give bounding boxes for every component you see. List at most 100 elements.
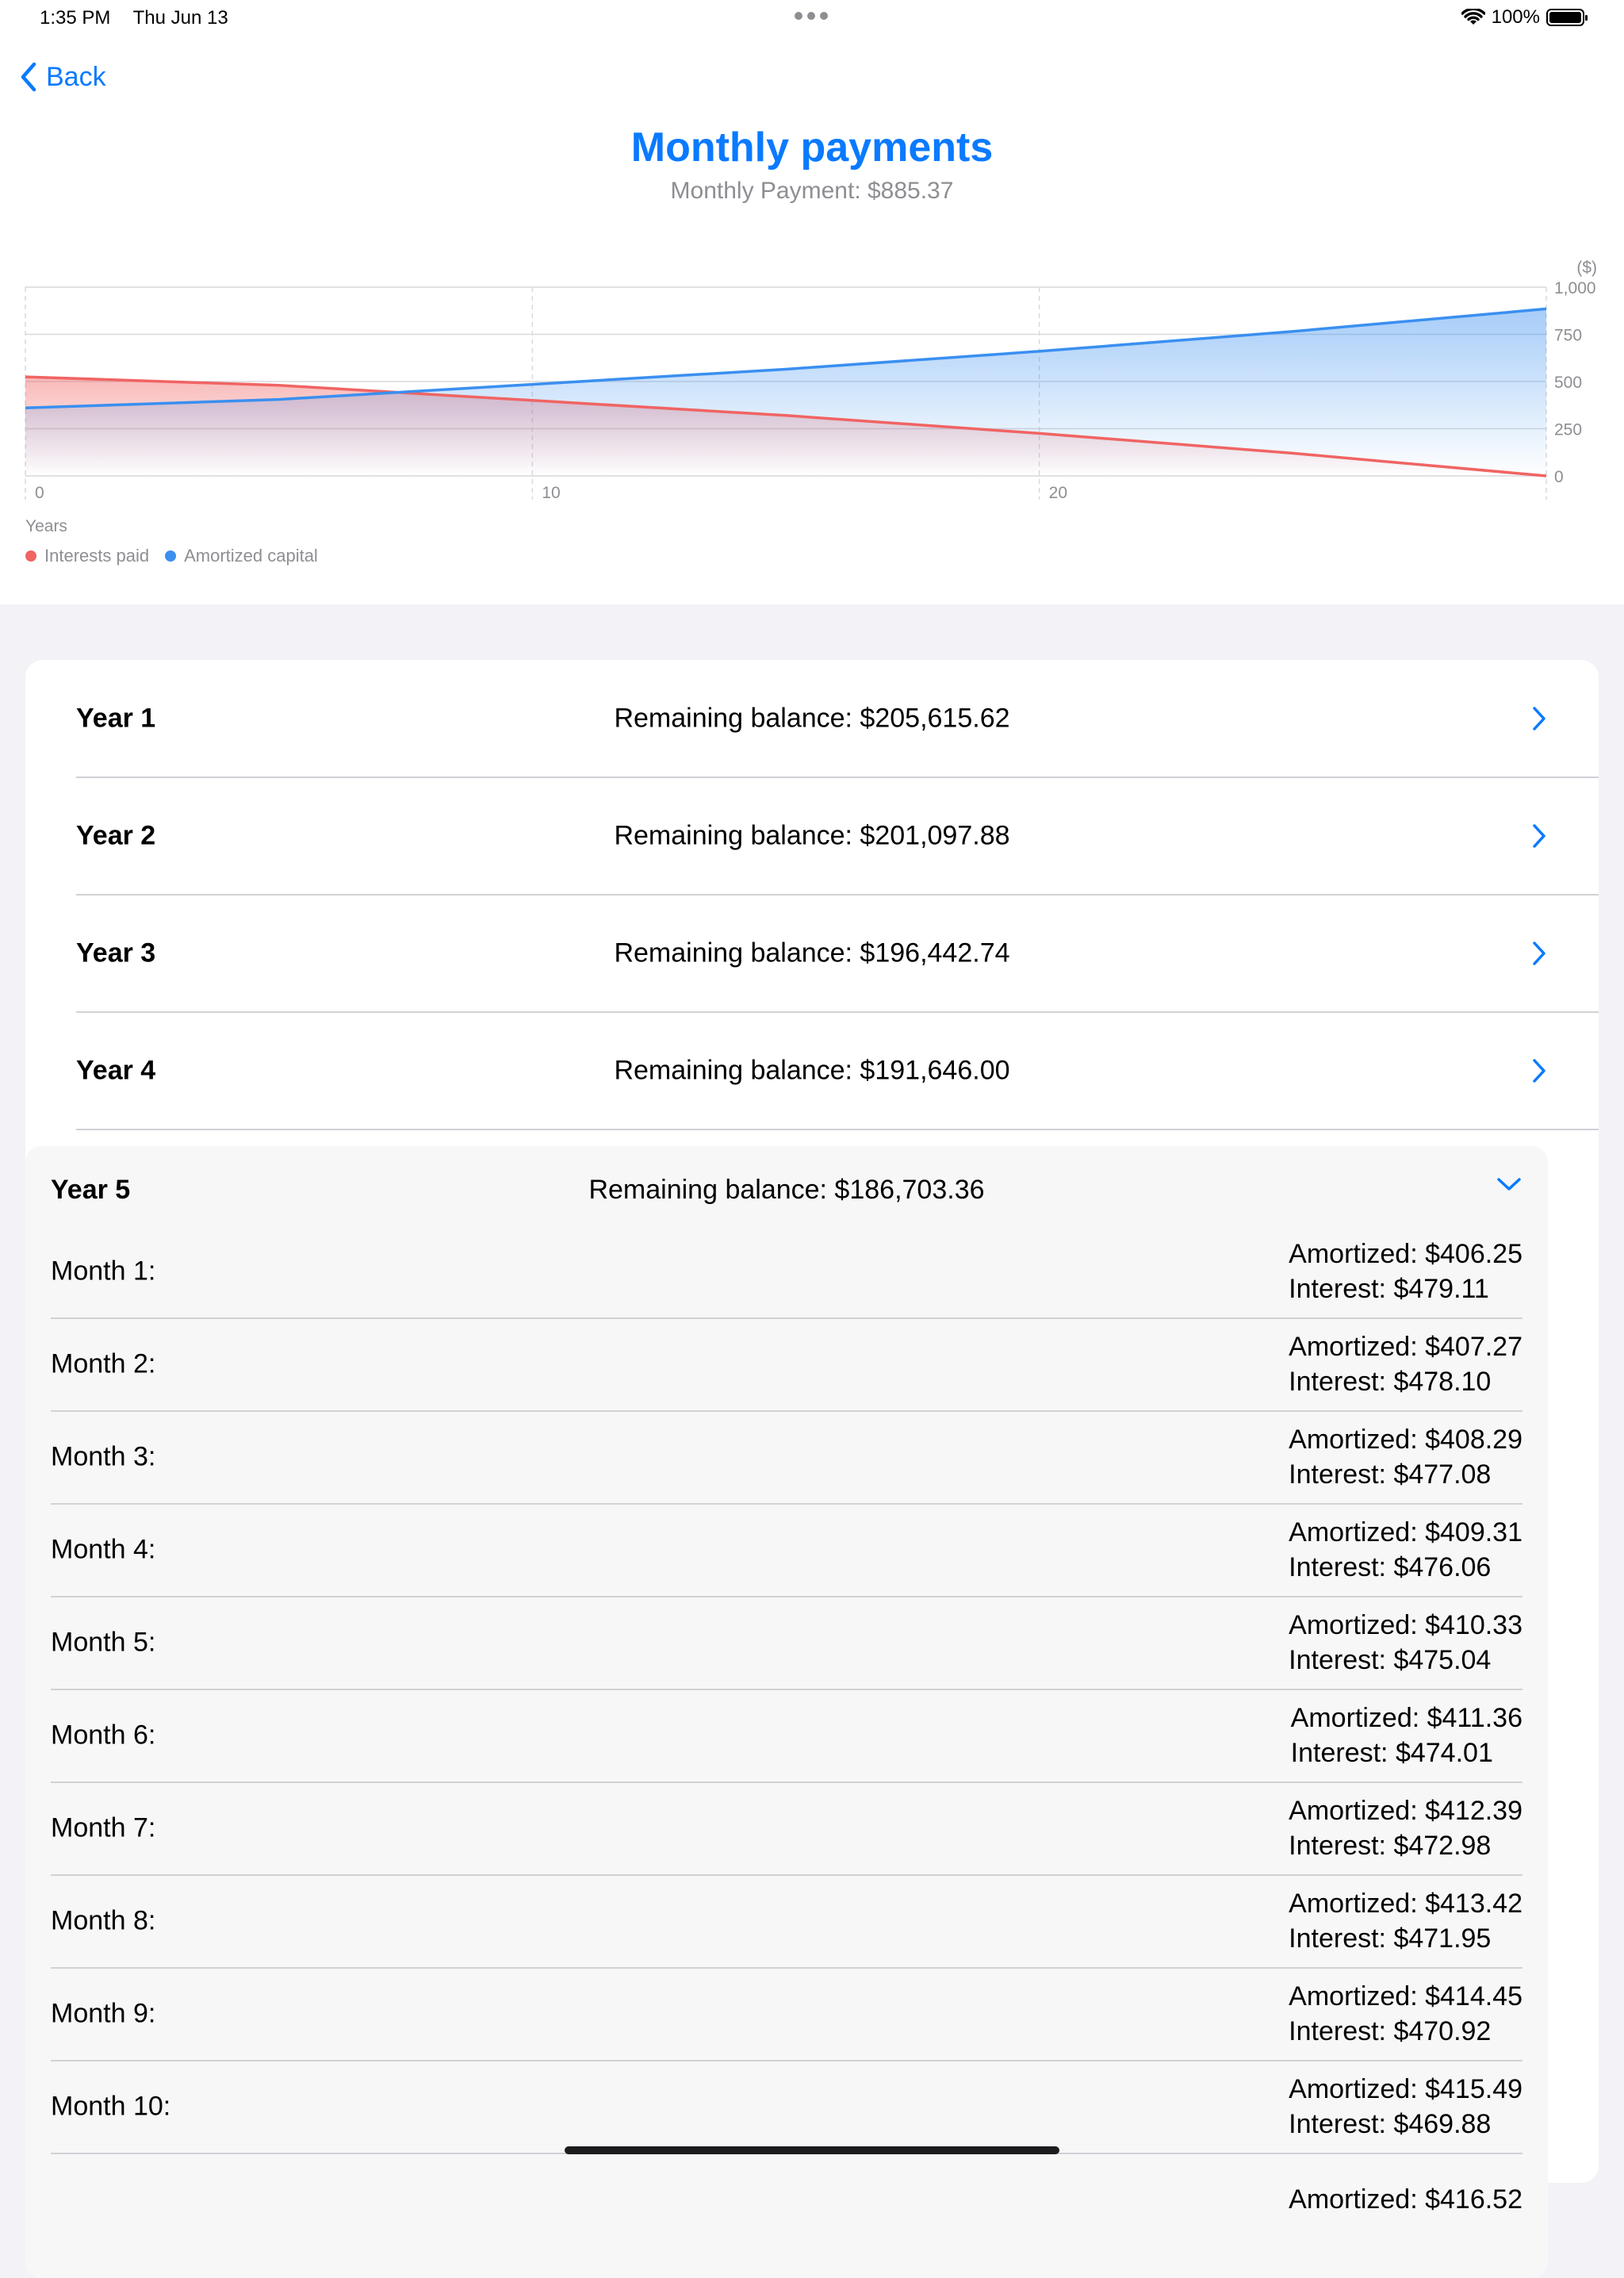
- legend-label: Interests paid: [44, 546, 150, 566]
- month-values: Amortized: $413.42 Interest: $471.95: [1289, 1886, 1522, 1956]
- y-tick-label: 250: [1554, 421, 1582, 439]
- multitasking-dots-icon[interactable]: [795, 8, 829, 24]
- interest-value: Interest: $471.95: [1289, 1923, 1492, 1954]
- y-axis-unit: ($): [1576, 259, 1597, 277]
- expanded-year-section: Year 5 Remaining balance: $186,703.36 Mo…: [25, 1146, 1548, 2278]
- payments-chart: 1,000 750 500 250 0 0 10 20 ($) Years: [25, 259, 1597, 535]
- expanded-year-header[interactable]: Year 5 Remaining balance: $186,703.36: [25, 1146, 1548, 1233]
- month-label: Month 3:: [51, 1441, 156, 1472]
- status-time: 1:35 PM: [40, 7, 111, 29]
- month-label: Month 5:: [51, 1627, 156, 1658]
- battery-percent: 100%: [1491, 6, 1540, 28]
- amortized-value: Amortized: $407.27: [1289, 1332, 1522, 1362]
- month-row: Month 5: Amortized: $410.33 Interest: $475…: [51, 1597, 1522, 1689]
- interest-value: Interest: $474.01: [1290, 1738, 1493, 1768]
- month-row: Month 1: Amortized: $406.25 Interest: $479…: [51, 1225, 1522, 1317]
- legend-label: Amortized capital: [184, 546, 318, 566]
- month-row: Month 8: Amortized: $413.42 Interest: $471…: [51, 1875, 1522, 1967]
- month-row: Month 3: Amortized: $408.29 Interest: $477…: [51, 1411, 1522, 1503]
- status-bar-right: 100%: [1461, 6, 1588, 29]
- legend-dot-icon: [165, 550, 177, 562]
- remaining-balance: Remaining balance: $191,646.00: [614, 1055, 1010, 1086]
- remaining-balance: Remaining balance: $186,703.36: [588, 1175, 985, 1205]
- y-tick-label: 750: [1554, 327, 1582, 345]
- month-values: Amortized: $410.33 Interest: $475.04: [1289, 1608, 1522, 1678]
- month-row: Month 9: Amortized: $414.45 Interest: $470…: [51, 1968, 1522, 2060]
- amortized-value: Amortized: $416.52: [1289, 2184, 1522, 2215]
- chevron-right-icon[interactable]: [1530, 823, 1548, 849]
- chevron-left-icon: [21, 62, 36, 92]
- home-indicator[interactable]: [565, 2146, 1059, 2154]
- page-title: Monthly payments: [630, 125, 994, 171]
- month-values: Amortized: $412.39 Interest: $472.98: [1289, 1793, 1522, 1863]
- month-label: Month 6:: [51, 1720, 156, 1751]
- month-row: Month 2: Amortized: $407.27 Interest: $478…: [51, 1318, 1522, 1410]
- month-row: Month 7: Amortized: $412.39 Interest: $472…: [51, 1782, 1522, 1874]
- year-row[interactable]: Year 4 Remaining balance: $191,646.00: [25, 1012, 1599, 1129]
- month-row: Month 6: Amortized: $411.36 Interest: $474…: [51, 1689, 1522, 1781]
- x-tick-label: 10: [542, 484, 560, 502]
- interest-value: Interest: $469.88: [1289, 2109, 1492, 2139]
- x-tick-label: 20: [1049, 484, 1067, 502]
- chevron-right-icon[interactable]: [1530, 705, 1548, 732]
- y-tick-label: 500: [1554, 374, 1582, 392]
- status-date: Thu Jun 13: [132, 7, 228, 29]
- month-row: Amortized: $416.52: [51, 2153, 1522, 2245]
- month-values: Amortized: $409.31 Interest: $476.06: [1289, 1515, 1522, 1585]
- interest-value: Interest: $478.10: [1289, 1367, 1492, 1397]
- amortized-value: Amortized: $415.49: [1289, 2074, 1522, 2104]
- legend-item: Interests paid: [25, 546, 149, 566]
- amortized-value: Amortized: $409.31: [1289, 1517, 1522, 1547]
- month-values: Amortized: $411.36 Interest: $474.01: [1291, 1701, 1522, 1770]
- year-row[interactable]: Year 1 Remaining balance: $205,615.62: [25, 660, 1599, 777]
- year-row[interactable]: Year 2 Remaining balance: $201,097.88: [25, 777, 1599, 895]
- month-label: Month 4:: [51, 1534, 156, 1565]
- month-values: Amortized: $408.29 Interest: $477.08: [1289, 1422, 1522, 1492]
- amortized-value: Amortized: $406.25: [1289, 1239, 1522, 1269]
- interest-value: Interest: $476.06: [1289, 1552, 1492, 1582]
- remaining-balance: Remaining balance: $201,097.88: [614, 820, 1010, 851]
- remaining-balance: Remaining balance: $196,442.74: [614, 938, 1010, 968]
- amortized-value: Amortized: $411.36: [1290, 1703, 1522, 1733]
- month-row: Month 10: Amortized: $415.49 Interest: $46…: [51, 2061, 1522, 2153]
- month-row: Month 4: Amortized: $409.31 Interest: $476…: [51, 1504, 1522, 1596]
- back-label: Back: [46, 61, 106, 92]
- amortized-value: Amortized: $414.45: [1289, 1981, 1522, 2011]
- chart-legend: Interests paid Amortized capital: [25, 546, 318, 566]
- month-label: Month 1:: [51, 1256, 156, 1287]
- month-label: Month 9:: [51, 1998, 156, 2029]
- y-tick-label: 1,000: [1554, 279, 1596, 297]
- interest-value: Interest: $472.98: [1289, 1831, 1492, 1861]
- amortized-value: Amortized: $410.33: [1289, 1610, 1522, 1640]
- battery-icon: [1546, 9, 1588, 26]
- row-separator: [76, 1129, 1599, 1130]
- interest-value: Interest: $475.04: [1289, 1645, 1492, 1675]
- interest-value: Interest: $479.11: [1289, 1274, 1489, 1304]
- monthly-payment-subtitle: Monthly Payment: $885.37: [670, 178, 954, 204]
- month-label: Month 10:: [51, 2091, 171, 2122]
- amortized-value: Amortized: $412.39: [1289, 1796, 1522, 1826]
- legend-dot-icon: [25, 550, 36, 562]
- month-values: Amortized: $406.25 Interest: $479.11: [1289, 1237, 1522, 1306]
- x-tick-label: 0: [35, 484, 44, 502]
- month-values: Amortized: $414.45 Interest: $470.92: [1289, 1979, 1522, 2049]
- back-button[interactable]: Back: [19, 57, 106, 97]
- month-values: Amortized: $407.27 Interest: $478.10: [1289, 1329, 1522, 1399]
- y-tick-label: 0: [1554, 468, 1564, 486]
- month-label: Month 2:: [51, 1348, 156, 1379]
- amortized-value: Amortized: $408.29: [1289, 1425, 1522, 1455]
- month-values: Amortized: $416.52: [1289, 2182, 1522, 2217]
- month-label: Month 7:: [51, 1812, 156, 1843]
- legend-item: Amortized capital: [165, 546, 318, 566]
- chevron-right-icon[interactable]: [1530, 940, 1548, 967]
- chevron-right-icon[interactable]: [1530, 1057, 1548, 1084]
- amortized-value: Amortized: $413.42: [1289, 1889, 1522, 1919]
- remaining-balance: Remaining balance: $205,615.62: [614, 703, 1010, 734]
- chevron-down-icon[interactable]: [1496, 1175, 1522, 1194]
- month-values: Amortized: $415.49 Interest: $469.88: [1289, 2072, 1522, 2142]
- month-label: Month 8:: [51, 1905, 156, 1936]
- x-axis-label: Years: [25, 517, 67, 535]
- wifi-icon: [1461, 9, 1485, 25]
- year-row[interactable]: Year 3 Remaining balance: $196,442.74: [25, 895, 1599, 1012]
- interest-value: Interest: $470.92: [1289, 2016, 1492, 2046]
